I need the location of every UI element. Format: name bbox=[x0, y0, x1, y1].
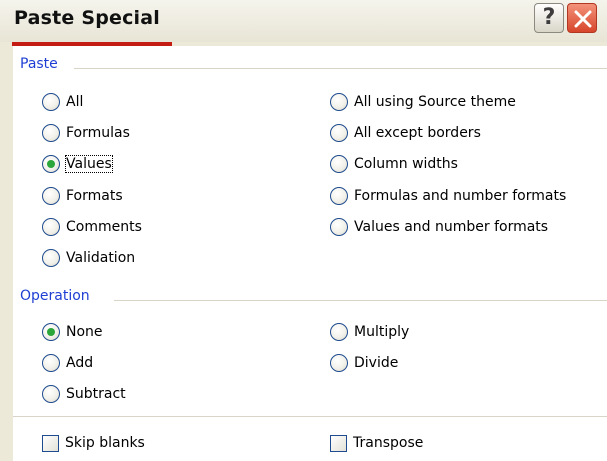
dialog-title: Paste Special bbox=[14, 7, 161, 29]
close-icon bbox=[574, 10, 592, 28]
paste-radio-comments[interactable]: Comments bbox=[42, 215, 142, 239]
radio-label: Divide bbox=[354, 355, 399, 371]
radio-button-selected[interactable] bbox=[42, 155, 60, 173]
radio-button[interactable] bbox=[42, 218, 60, 236]
section-divider bbox=[13, 416, 607, 417]
checkbox-label: Skip blanks bbox=[65, 435, 145, 451]
paste-special-dialog: Paste Special ? Paste All Formulas Value… bbox=[0, 0, 607, 461]
operation-radio-add[interactable]: Add bbox=[42, 351, 93, 375]
radio-button[interactable] bbox=[330, 218, 348, 236]
operation-radio-subtract[interactable]: Subtract bbox=[42, 382, 126, 406]
radio-label: Subtract bbox=[66, 386, 126, 402]
radio-button[interactable] bbox=[330, 187, 348, 205]
radio-label: Validation bbox=[66, 250, 136, 266]
radio-button[interactable] bbox=[42, 385, 60, 403]
paste-radio-values-and-number-formats[interactable]: Values and number formats bbox=[330, 215, 548, 239]
skip-blanks-checkbox[interactable]: Skip blanks bbox=[42, 431, 145, 455]
checkbox[interactable] bbox=[330, 434, 347, 452]
radio-button[interactable] bbox=[42, 187, 60, 205]
radio-label: Formulas bbox=[66, 125, 130, 141]
paste-radio-all-except-borders[interactable]: All except borders bbox=[330, 121, 481, 145]
paste-radio-formats[interactable]: Formats bbox=[42, 184, 123, 208]
checkbox-label: Transpose bbox=[353, 435, 424, 451]
title-bar[interactable]: Paste Special ? bbox=[0, 0, 607, 42]
paste-radio-all[interactable]: All bbox=[42, 90, 83, 114]
radio-button[interactable] bbox=[42, 249, 60, 267]
radio-label: Multiply bbox=[354, 324, 410, 340]
radio-label: Formulas and number formats bbox=[354, 188, 567, 204]
radio-label: Values and number formats bbox=[354, 219, 549, 235]
paste-radio-column-widths[interactable]: Column widths bbox=[330, 152, 458, 176]
radio-label: All using Source theme bbox=[354, 94, 516, 110]
checkbox[interactable] bbox=[42, 434, 59, 452]
radio-label: Formats bbox=[66, 188, 123, 204]
radio-button[interactable] bbox=[330, 155, 348, 173]
radio-button[interactable] bbox=[330, 124, 348, 142]
radio-label: Values bbox=[65, 155, 113, 173]
radio-button[interactable] bbox=[42, 124, 60, 142]
radio-button[interactable] bbox=[330, 93, 348, 111]
operation-radio-divide[interactable]: Divide bbox=[330, 351, 398, 375]
operation-radio-none[interactable]: None bbox=[42, 320, 103, 344]
radio-button[interactable] bbox=[42, 93, 60, 111]
radio-button[interactable] bbox=[330, 354, 348, 372]
paste-radio-validation[interactable]: Validation bbox=[42, 246, 135, 270]
radio-label: All except borders bbox=[354, 125, 481, 141]
radio-label: Comments bbox=[66, 219, 142, 235]
operation-radio-multiply[interactable]: Multiply bbox=[330, 320, 409, 344]
paste-radio-formulas-and-number-formats[interactable]: Formulas and number formats bbox=[330, 184, 566, 208]
radio-button[interactable] bbox=[330, 323, 348, 341]
operation-group-label: Operation bbox=[20, 288, 90, 304]
radio-label: Add bbox=[66, 355, 94, 371]
paste-radio-all-using-source-theme[interactable]: All using Source theme bbox=[330, 90, 516, 114]
transpose-checkbox[interactable]: Transpose bbox=[330, 431, 423, 455]
close-button[interactable] bbox=[567, 3, 597, 33]
radio-label: All bbox=[66, 94, 84, 110]
paste-radio-values[interactable]: Values bbox=[42, 152, 113, 176]
radio-label: Column widths bbox=[354, 156, 458, 172]
radio-button[interactable] bbox=[42, 354, 60, 372]
radio-button-selected[interactable] bbox=[42, 323, 60, 341]
paste-group-divider bbox=[74, 68, 607, 69]
paste-radio-formulas[interactable]: Formulas bbox=[42, 121, 130, 145]
operation-group-divider bbox=[114, 300, 607, 301]
question-mark-icon: ? bbox=[542, 5, 556, 30]
paste-group-label: Paste bbox=[20, 56, 58, 72]
radio-label: None bbox=[66, 324, 103, 340]
help-button[interactable]: ? bbox=[534, 3, 564, 33]
